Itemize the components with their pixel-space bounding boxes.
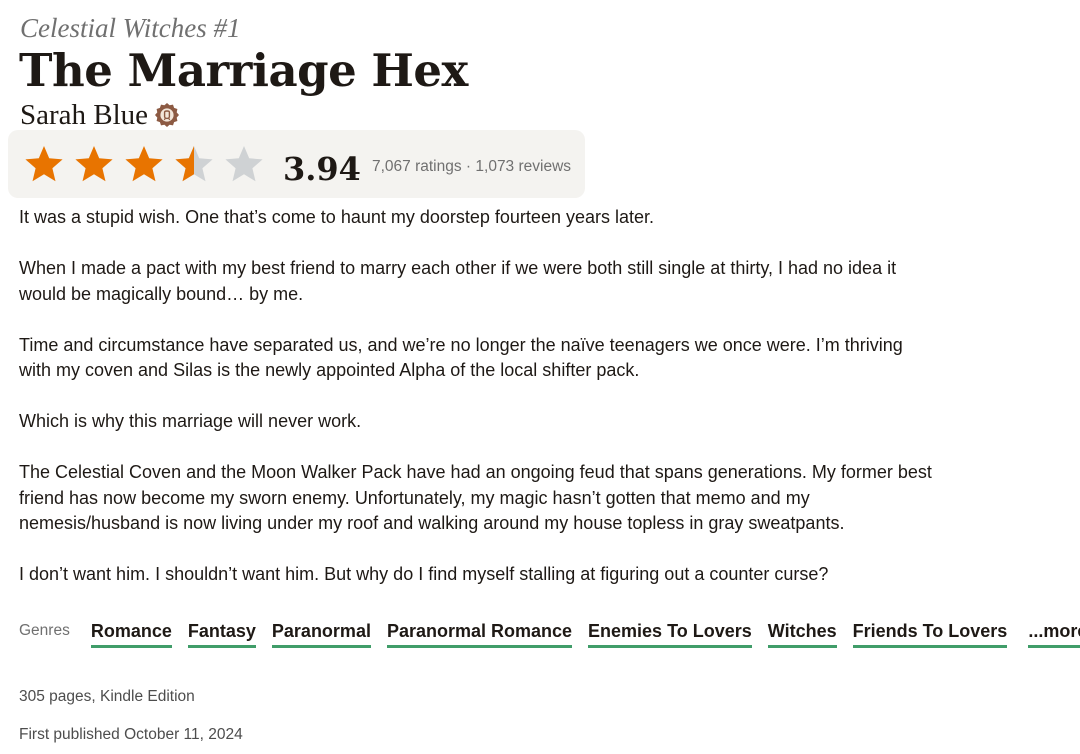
star-filled-icon: [125, 146, 163, 182]
genre-link[interactable]: Paranormal Romance: [386, 618, 573, 648]
description-paragraph: The Celestial Coven and the Moon Walker …: [19, 462, 932, 533]
genre-link[interactable]: Paranormal: [271, 618, 371, 648]
goodreads-author-badge-icon: [154, 102, 180, 128]
description-paragraph: I don’t want him. I shouldn’t want him. …: [19, 564, 829, 584]
genre-link[interactable]: Fantasy: [187, 618, 256, 648]
star-partial-icon: [175, 146, 213, 182]
series-link[interactable]: Celestial Witches #1: [20, 11, 240, 45]
genre-link[interactable]: Romance: [90, 618, 172, 648]
star-filled-icon: [75, 146, 113, 182]
genre-link[interactable]: Friends To Lovers: [852, 618, 1008, 648]
description-paragraph: Time and circumstance have separated us,…: [19, 334, 903, 381]
genre-link[interactable]: Witches: [767, 618, 837, 648]
description-paragraph: Which is why this marriage will never wo…: [19, 411, 362, 431]
rating-counts[interactable]: 7,067 ratings · 1,073 reviews: [372, 157, 571, 177]
book-format: 305 pages, Kindle Edition: [19, 688, 195, 705]
description-paragraph: When I made a pact with my best friend t…: [19, 258, 897, 304]
genres-list: Genres Romance Fantasy Paranormal Paranorma…: [19, 618, 1080, 650]
book-title: The Marriage Hex: [19, 44, 468, 97]
genre-link[interactable]: Enemies To Lovers: [588, 618, 752, 648]
average-rating: 3.94: [283, 150, 361, 188]
star-filled-icon: [25, 146, 63, 182]
description-paragraph: It was a stupid wish. One that’s come to…: [19, 207, 655, 227]
genres-more-button[interactable]: ...more: [1028, 618, 1080, 648]
rating-stars: [24, 145, 274, 183]
publication-date: First published October 11, 2024: [19, 726, 243, 743]
author-name[interactable]: Sarah Blue: [20, 97, 148, 133]
star-empty-icon: [225, 146, 263, 182]
rating-summary[interactable]: 3.94 7,067 ratings · 1,073 reviews: [8, 130, 585, 198]
book-description: It was a stupid wish. One that’s come to…: [19, 205, 979, 613]
author-row: Sarah Blue: [20, 97, 180, 133]
genres-label: Genres: [19, 622, 70, 639]
